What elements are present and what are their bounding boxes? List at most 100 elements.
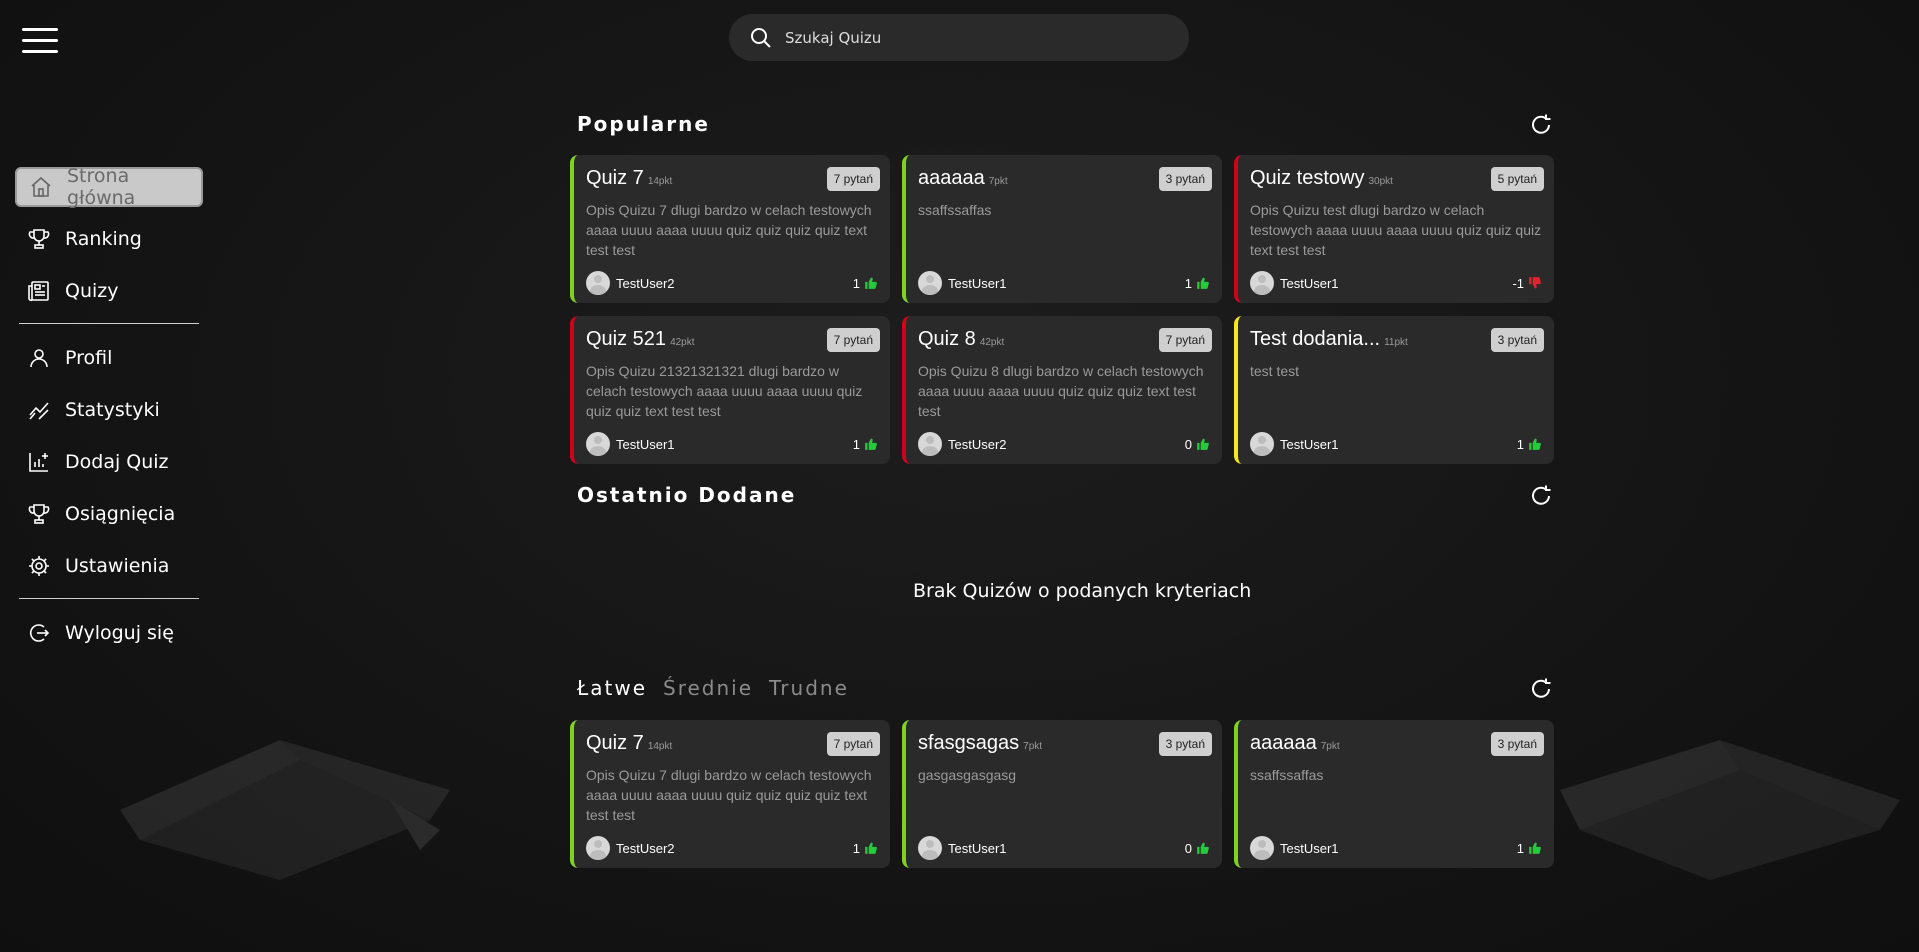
sidebar-item-label: Wyloguj się [65,622,174,644]
thumb-up-icon[interactable] [1196,276,1210,290]
quiz-card[interactable]: Quiz 521 42pkt 7 pytań Opis Quizu 213213213… [570,316,890,464]
quiz-description: Opis Quizu 21321321321 dlugi bardzo w ce… [586,363,863,419]
quiz-points: 30pkt [1368,176,1393,187]
question-count-badge: 5 pytań [1490,167,1544,191]
avatar[interactable] [1250,836,1274,860]
avatar[interactable] [918,836,942,860]
quiz-author[interactable]: TestUser1 [948,276,1007,291]
quiz-author[interactable]: TestUser1 [1280,276,1339,291]
newspaper-icon [27,279,51,303]
quiz-card-footer: TestUser2 0 [918,432,1210,456]
quiz-title: Quiz testowy [1250,167,1365,189]
quiz-description: test test [1250,363,1300,379]
section-title-recent: Ostatnio Dodane [577,483,797,507]
vote-count: -1 [1512,276,1542,291]
quiz-card-footer: TestUser1 1 [918,271,1210,295]
vote-value: 1 [1516,436,1524,452]
avatar[interactable] [1250,271,1274,295]
quiz-points: 42pkt [979,337,1005,348]
quiz-card-footer: TestUser1 1 [1250,836,1542,860]
refresh-icon[interactable] [1529,113,1553,137]
vote-value: 1 [1516,840,1524,856]
quiz-description: ssaffssaffas [918,202,992,218]
thumb-down-icon[interactable] [1528,276,1542,290]
sidebar-item-label: Statystyki [65,399,160,421]
avatar[interactable] [918,432,942,456]
vote-value: 1 [1184,275,1192,291]
sidebar-item-home[interactable]: Strona główna [15,165,203,209]
quiz-description: gasgasgasgasg [918,767,1017,783]
quiz-author[interactable]: TestUser1 [1280,841,1339,856]
sidebar-item-quizzes[interactable]: Quizy [15,271,203,311]
thumb-up-icon[interactable] [1528,841,1542,855]
sidebar-item-logout[interactable]: Wyloguj się [15,613,203,653]
thumb-up-icon[interactable] [1528,437,1542,451]
sidebar-item-ranking[interactable]: Ranking [15,219,203,259]
quiz-card[interactable]: Quiz 7 14pkt 7 pytań Opis Quizu 7 dlugi bar… [570,720,890,868]
question-count-badge: 7 pytań [826,328,880,352]
question-count-badge: 7 pytań [826,167,880,191]
quiz-card-footer: TestUser1 -1 [1250,271,1542,295]
thumb-up-icon[interactable] [1196,841,1210,855]
quiz-author[interactable]: TestUser2 [616,841,675,856]
refresh-icon[interactable] [1529,677,1553,701]
avatar[interactable] [586,271,610,295]
vote-count: 1 [1517,437,1542,452]
quiz-title: aaaaaa [918,167,985,189]
quiz-card[interactable]: aaaaaa 7pkt 3 pytań ssaffssaffas TestUser1 1 [1234,720,1554,868]
quiz-author[interactable]: TestUser1 [1280,437,1339,452]
search-bar[interactable] [729,14,1189,61]
quiz-author[interactable]: TestUser1 [616,437,675,452]
avatar[interactable] [1250,432,1274,456]
sidebar-item-label: Osiągnięcia [65,503,176,525]
thumb-up-icon[interactable] [1196,437,1210,451]
vote-count: 1 [853,841,878,856]
quiz-points: 7pkt [988,176,1008,187]
quiz-card-footer: TestUser2 1 [586,836,878,860]
avatar[interactable] [586,836,610,860]
quiz-card[interactable]: aaaaaa 7pkt 3 pytań ssaffssaffas TestUser1 1 [902,155,1222,303]
avatar[interactable] [918,271,942,295]
quiz-title: Quiz 7 [586,732,644,754]
question-count-badge: 3 pytań [1158,732,1212,756]
sidebar-item-label: Strona główna [67,165,136,209]
quiz-description: Opis Quizu 7 dlugi bardzo w celach testo… [586,767,872,823]
thumb-up-icon[interactable] [864,437,878,451]
gear-icon [27,554,51,578]
difficulty-tabs: Łatwe Średnie Trudne [577,676,865,700]
sidebar-item-achievements[interactable]: Osiągnięcia [15,494,203,534]
quiz-title: Quiz 8 [918,328,976,350]
quiz-card[interactable]: sfasgsagas 7pkt 3 pytań gasgasgasgasg TestUs… [902,720,1222,868]
sidebar-item-label: Profil [65,347,113,369]
refresh-icon[interactable] [1529,484,1553,508]
quiz-description: Opis Quizu 7 dlugi bardzo w celach testo… [586,202,872,258]
thumb-up-icon[interactable] [864,841,878,855]
quiz-author[interactable]: TestUser2 [616,276,675,291]
tab-hard[interactable]: Trudne [769,676,849,700]
quiz-title: aaaaaa [1250,732,1317,754]
quiz-author[interactable]: TestUser1 [948,841,1007,856]
quiz-author[interactable]: TestUser2 [948,437,1007,452]
question-count-badge: 7 pytań [826,732,880,756]
tab-easy[interactable]: Łatwe [577,676,647,700]
tab-medium[interactable]: Średnie [663,676,753,700]
sidebar-divider [19,598,199,599]
search-input[interactable] [785,28,1165,47]
thumb-up-icon[interactable] [864,276,878,290]
sidebar-item-label: Dodaj Quiz [65,451,169,473]
book-illustration-left [120,740,450,880]
avatar[interactable] [586,432,610,456]
vote-value: 1 [852,436,860,452]
sidebar-item-statistics[interactable]: Statystyki [15,390,203,430]
sidebar-item-add-quiz[interactable]: Dodaj Quiz [15,442,203,482]
quiz-card[interactable]: Test dodania... 11pkt 3 pytań test test Test… [1234,316,1554,464]
sidebar-item-settings[interactable]: Ustawienia [15,546,203,586]
question-count-badge: 7 pytań [1158,328,1212,352]
quiz-card[interactable]: Quiz 8 42pkt 7 pytań Opis Quizu 8 dlugi bar… [902,316,1222,464]
quiz-card[interactable]: Quiz testowy 30pkt 5 pytań Opis Quizu test … [1234,155,1554,303]
quiz-card[interactable]: Quiz 7 14pkt 7 pytań Opis Quizu 7 dlugi bar… [570,155,890,303]
quiz-description: Opis Quizu 8 dlugi bardzo w celach testo… [918,363,1204,419]
menu-toggle-button[interactable] [22,28,58,56]
sidebar-item-profile[interactable]: Profil [15,338,203,378]
quiz-card-footer: TestUser1 1 [1250,432,1542,456]
